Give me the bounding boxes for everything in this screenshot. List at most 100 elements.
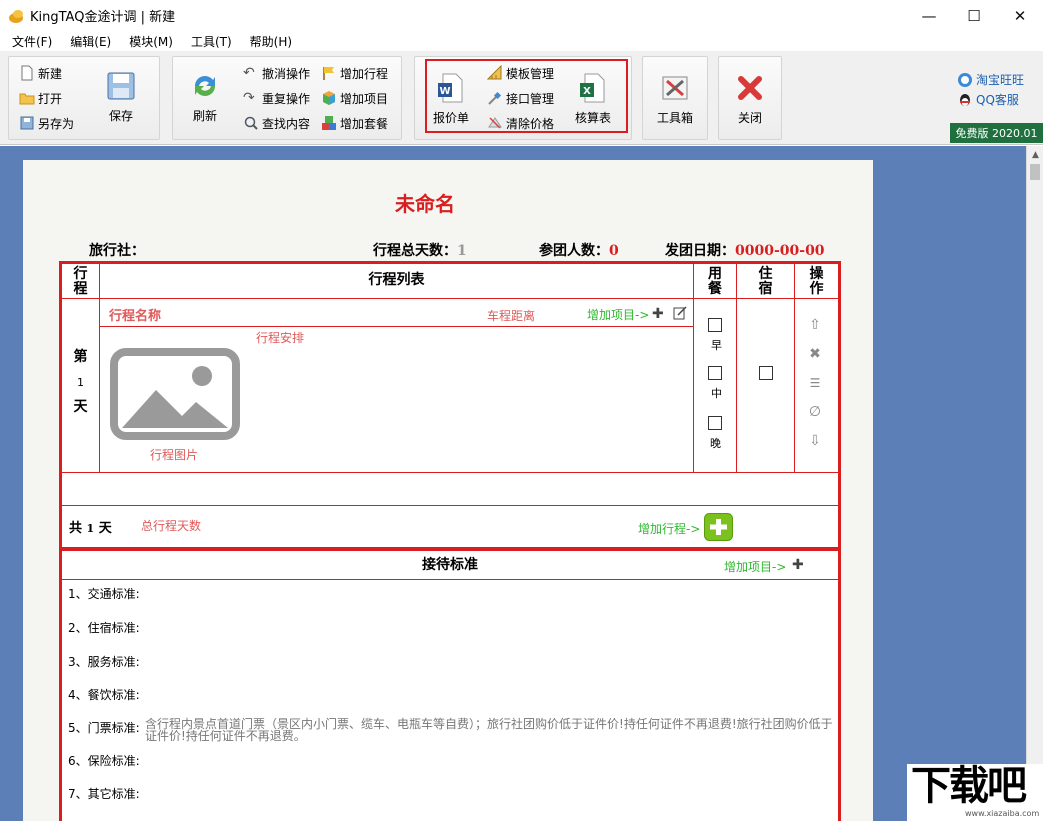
other-standard[interactable]: 7、其它标准: [68,785,140,802]
people-field[interactable]: 参团人数：0 [539,240,619,260]
total-days-label: 行程总天数： [373,243,457,259]
attach-icon[interactable]: ∅ [808,405,822,419]
save-button[interactable]: 保存 [95,69,147,124]
meal-lunch-label: 中 [711,387,722,400]
plus-icon[interactable]: ✚ [652,306,664,322]
qq-link[interactable]: QQ客服 [957,91,1019,108]
image-placeholder-icon[interactable] [110,348,240,440]
new-file-icon [21,65,33,81]
menu-edit[interactable]: 编辑(E) [70,33,111,50]
insert-icon[interactable]: ☰ [808,376,822,390]
add-trip-plus-icon[interactable] [704,513,733,541]
qq-label: QQ客服 [976,93,1019,107]
meal-lunch-checkbox[interactable] [708,366,722,380]
day-label-suffix: 天 [73,399,88,415]
date-label: 发团日期： [665,243,735,259]
meal-breakfast-checkbox[interactable] [708,318,722,332]
add-package-button[interactable]: 增加套餐 [321,112,388,134]
meal-dinner-checkbox[interactable] [708,416,722,430]
close-doc-label: 关闭 [737,111,762,125]
move-up-icon[interactable]: ⇧ [808,318,822,332]
redo-button[interactable]: ↷ 重复操作 [243,87,310,109]
divider [62,579,838,580]
redo-icon: ↷ [243,90,255,106]
dining-standard[interactable]: 4、餐饮标准: [68,686,140,703]
save-as-label: 另存为 [38,116,75,131]
watermark-url: www.xiazaiba.com [965,809,1040,818]
day-label-prefix: 第 [73,349,88,365]
meal-breakfast-label: 早 [711,339,722,352]
open-button[interactable]: 打开 [19,87,62,109]
col-day-header: 行 程 [73,266,88,297]
taobao-label: 淘宝旺旺 [976,73,1025,87]
refresh-button[interactable]: 刷新 [179,69,231,124]
document-title[interactable]: 未命名 [0,188,850,217]
arrangement-field[interactable]: 行程安排 [256,329,304,346]
col-list-header: 行程列表 [368,272,425,288]
search-icon [244,116,258,130]
stay-checkbox[interactable] [759,366,773,380]
col-stay-header: 住 宿 [758,266,773,297]
ticket-standard[interactable]: 5、门票标准: [68,719,140,736]
total-days-summary: 共 1 天 [69,517,112,536]
save-label: 保存 [108,109,133,123]
trip-name-field[interactable]: 行程名称 [109,305,161,324]
divider [62,298,838,299]
move-down-icon[interactable]: ⇩ [808,434,822,448]
ticket-standard-desc[interactable]: 含行程内景点首道门票（景区内小门票、缆车、电瓶车等自费）；旅行社团购价低于证件价… [145,718,835,742]
add-item-label: 增加项目 [340,91,389,106]
package-icon [322,116,336,130]
close-group: 关闭 [718,56,782,140]
close-icon [738,76,762,100]
vertical-scrollbar[interactable]: ▲ [1026,146,1043,821]
trip-image-label: 行程图片 [150,448,199,462]
divider [99,264,100,472]
scroll-thumb[interactable] [1030,164,1040,180]
service-standard[interactable]: 3、服务标准: [68,653,140,670]
add-item-link[interactable]: 增加项目-> [587,306,649,323]
menu-module[interactable]: 模块(M) [129,33,173,50]
file-group: 新建 打开 另存为 保存 [8,56,160,140]
save-as-button[interactable]: 另存为 [19,112,74,134]
undo-icon: ↶ [243,65,255,81]
distance-field[interactable]: 车程距离 [487,307,535,324]
undo-button[interactable]: ↶ 撤消操作 [243,62,310,84]
total-days-field: 行程总天数：1 [373,240,467,260]
flag-icon [323,67,334,80]
people-value[interactable]: 0 [609,243,619,259]
find-button[interactable]: 查找内容 [243,112,310,134]
transport-standard[interactable]: 1、交通标准: [68,585,140,602]
menu-file[interactable]: 文件(F) [12,33,52,50]
close-doc-button[interactable]: 关闭 [724,71,776,126]
minimize-button[interactable]: — [906,0,952,31]
wangwang-icon [958,72,972,87]
new-button[interactable]: 新建 [19,62,62,84]
delete-icon[interactable]: ✖ [808,347,822,361]
folder-icon [19,93,35,105]
standards-add-item-link[interactable]: 增加项目-> [724,558,786,575]
total-prefix: 共 [69,521,83,536]
standards-plus-icon[interactable]: ✚ [792,557,804,573]
save-as-icon [20,116,34,130]
lodging-standard[interactable]: 2、住宿标准: [68,619,140,636]
close-window-button[interactable]: ✕ [997,0,1043,31]
menu-help[interactable]: 帮助(H) [250,33,292,50]
insurance-standard[interactable]: 6、保险标准: [68,752,140,769]
day-number: 1 [77,376,84,389]
toolbox-button[interactable]: 工具箱 [649,71,701,126]
date-field[interactable]: 发团日期：0000-00-00 [665,240,825,260]
scroll-up-icon[interactable]: ▲ [1027,146,1043,163]
agency-field[interactable]: 旅行社： [89,240,145,260]
maximize-button[interactable]: ☐ [951,0,997,31]
edit-icon[interactable] [673,306,687,320]
standards-header: 接待标准 [422,557,478,573]
date-value[interactable]: 0000-00-00 [735,243,825,259]
taobao-link[interactable]: 淘宝旺旺 [957,71,1024,88]
add-trip-button[interactable]: 增加行程 [321,62,388,84]
menu-tools[interactable]: 工具(T) [191,33,232,50]
add-trip-link[interactable]: 增加行程-> [638,520,700,537]
add-item-button[interactable]: 增加项目 [321,87,388,109]
col-meal-header: 用 餐 [708,266,722,297]
version-badge: 免费版 2020.01 [950,123,1043,143]
tools-group: 工具箱 [642,56,708,140]
